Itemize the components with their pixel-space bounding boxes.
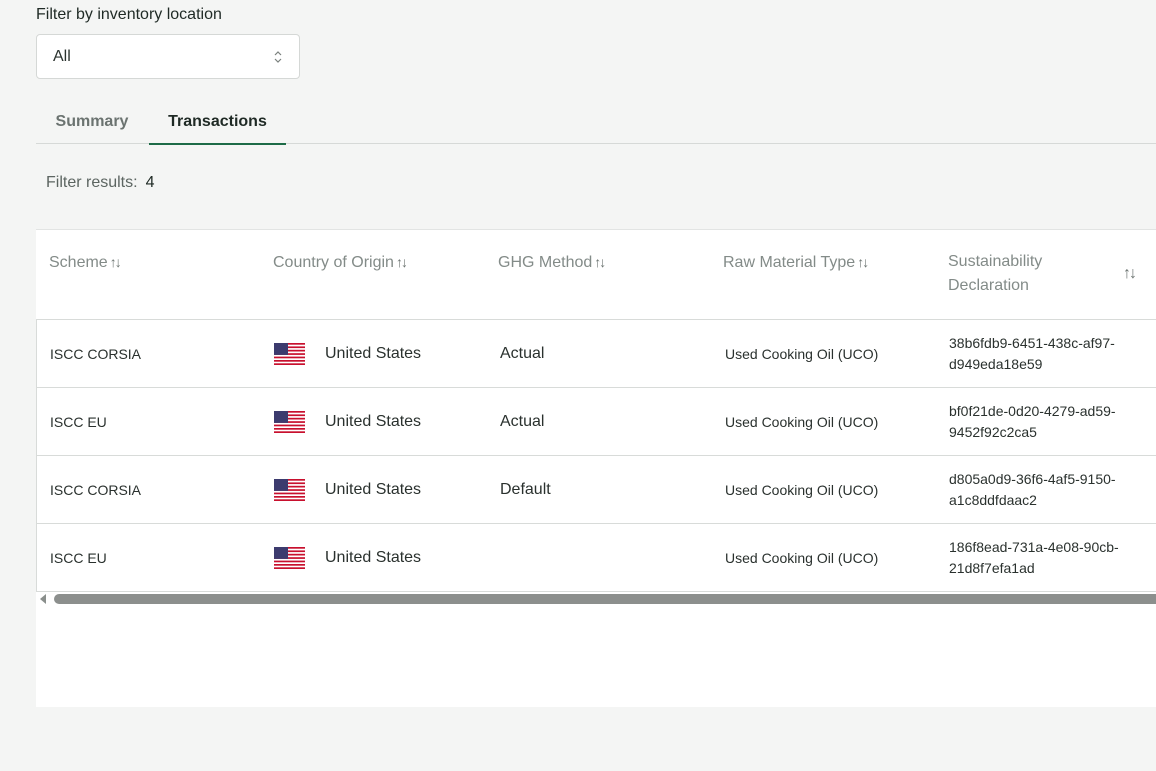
header-raw-material[interactable]: Raw Material Type ↑↓ bbox=[723, 250, 869, 275]
cell-scheme: ISCC EU bbox=[50, 550, 107, 566]
sort-arrows-icon[interactable]: ↑↓ bbox=[110, 250, 122, 274]
decl-line1: d805a0d9-36f6-4af5-9150- bbox=[949, 471, 1116, 487]
cell-raw-material: Used Cooking Oil (UCO) bbox=[725, 414, 879, 430]
header-scheme-label: Scheme bbox=[49, 254, 108, 271]
table-row[interactable]: ISCC CORSIA United States Default Used C… bbox=[36, 456, 1156, 524]
header-ghg-label: GHG Method bbox=[498, 254, 593, 271]
horizontal-scrollbar[interactable] bbox=[36, 592, 1156, 606]
decl-line2: 21d8f7efa1ad bbox=[949, 560, 1035, 576]
cell-scheme: ISCC CORSIA bbox=[50, 482, 142, 498]
cell-ghg-method: Actual bbox=[500, 413, 545, 430]
transactions-table: Scheme ↑↓ Country of Origin ↑↓ GHG Method ↑… bbox=[36, 229, 1156, 707]
filter-label: Filter by inventory location bbox=[36, 6, 222, 23]
scrollbar-thumb[interactable] bbox=[54, 594, 1156, 604]
filter-results: Filter results: 4 bbox=[46, 174, 154, 192]
tab-transactions[interactable]: Transactions bbox=[149, 100, 286, 145]
chevron-up-down-icon bbox=[274, 51, 282, 63]
us-flag-icon bbox=[274, 524, 305, 592]
decl-line1: bf0f21de-0d20-4279-ad59- bbox=[949, 403, 1116, 419]
us-flag-icon bbox=[274, 388, 305, 456]
sort-arrows-icon[interactable]: ↑↓ bbox=[594, 250, 606, 274]
header-scheme[interactable]: Scheme ↑↓ bbox=[49, 250, 122, 275]
cell-country: United States bbox=[325, 345, 422, 362]
cell-ghg-method: Actual bbox=[500, 345, 545, 362]
cell-country: United States bbox=[325, 413, 422, 430]
cell-raw-material: Used Cooking Oil (UCO) bbox=[725, 346, 879, 362]
table-row[interactable]: ISCC EU United States Used Cooking Oil (… bbox=[36, 524, 1156, 592]
tab-bar: Summary Transactions bbox=[36, 100, 1156, 145]
cell-ghg-method: Default bbox=[500, 481, 551, 498]
header-decl-line1: Sustainability bbox=[948, 253, 1043, 270]
decl-line2: 9452f92c2ca5 bbox=[949, 424, 1037, 440]
decl-line1: 186f8ead-731a-4e08-90cb- bbox=[949, 539, 1119, 555]
header-country[interactable]: Country of Origin ↑↓ bbox=[273, 250, 408, 275]
filter-results-count: 4 bbox=[145, 174, 155, 191]
header-ghg-method[interactable]: GHG Method ↑↓ bbox=[498, 250, 606, 275]
sort-arrows-icon[interactable]: ↑↓ bbox=[1123, 262, 1137, 286]
filter-results-label: Filter results: bbox=[46, 174, 138, 191]
tab-summary[interactable]: Summary bbox=[36, 100, 148, 144]
decl-line2: d949eda18e59 bbox=[949, 356, 1043, 372]
table-row[interactable]: ISCC CORSIA United States Actual Used Co… bbox=[36, 320, 1156, 388]
us-flag-icon bbox=[274, 320, 305, 388]
sort-arrows-icon[interactable]: ↑↓ bbox=[396, 250, 408, 274]
table-header: Scheme ↑↓ Country of Origin ↑↓ GHG Method ↑… bbox=[36, 229, 1156, 320]
select-value: All bbox=[53, 47, 71, 65]
us-flag-icon bbox=[274, 456, 305, 524]
cell-country: United States bbox=[325, 549, 422, 566]
cell-sustainability-declaration: d805a0d9-36f6-4af5-9150- a1c8ddfdaac2 bbox=[949, 456, 1149, 524]
cell-country: United States bbox=[325, 481, 422, 498]
table-row[interactable]: ISCC EU United States Actual Used Cookin… bbox=[36, 388, 1156, 456]
cell-scheme: ISCC CORSIA bbox=[50, 346, 142, 362]
header-decl-line2: Declaration bbox=[948, 277, 1029, 294]
sort-arrows-icon[interactable]: ↑↓ bbox=[857, 250, 869, 274]
cell-sustainability-declaration: 186f8ead-731a-4e08-90cb- 21d8f7efa1ad bbox=[949, 524, 1149, 592]
cell-sustainability-declaration: 38b6fdb9-6451-438c-af97- d949eda18e59 bbox=[949, 320, 1149, 388]
header-sustainability-declaration[interactable]: Sustainability Declaration ↑↓ bbox=[948, 250, 1138, 298]
cell-scheme: ISCC EU bbox=[50, 414, 107, 430]
inventory-location-select[interactable]: All bbox=[36, 34, 300, 79]
header-raw-label: Raw Material Type bbox=[723, 254, 856, 271]
cell-raw-material: Used Cooking Oil (UCO) bbox=[725, 550, 879, 566]
scroll-left-arrow-icon[interactable] bbox=[40, 594, 46, 604]
cell-raw-material: Used Cooking Oil (UCO) bbox=[725, 482, 879, 498]
header-country-label: Country of Origin bbox=[273, 254, 394, 271]
decl-line2: a1c8ddfdaac2 bbox=[949, 492, 1037, 508]
decl-line1: 38b6fdb9-6451-438c-af97- bbox=[949, 335, 1115, 351]
cell-sustainability-declaration: bf0f21de-0d20-4279-ad59- 9452f92c2ca5 bbox=[949, 388, 1149, 456]
